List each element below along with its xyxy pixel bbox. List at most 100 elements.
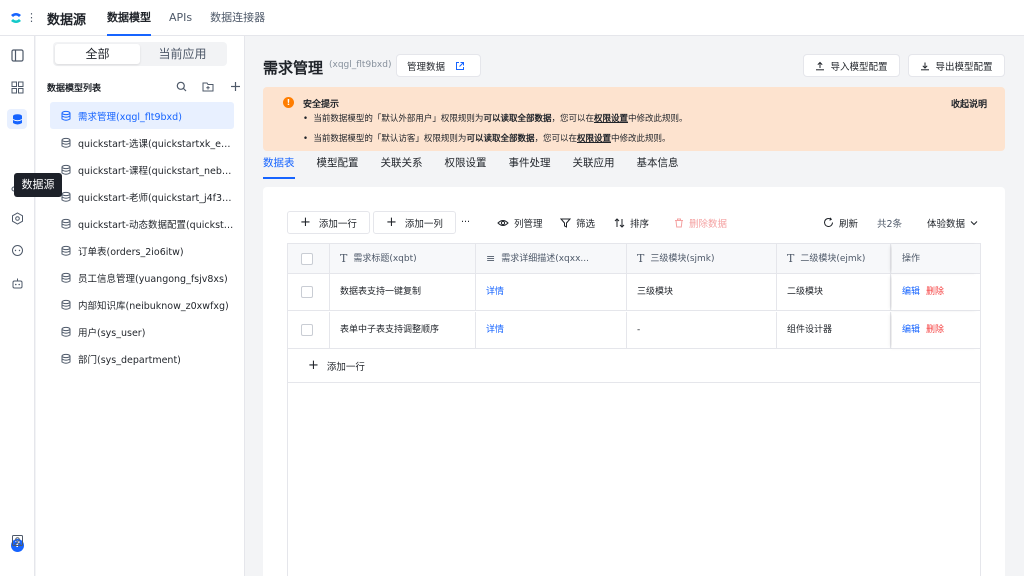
- page-title: 需求管理: [263, 59, 324, 77]
- segment-all[interactable]: 全部: [55, 44, 140, 64]
- database-icon: [61, 164, 71, 175]
- download-icon: [921, 62, 930, 70]
- column-header-label: 三级模块(sjmk): [650, 254, 715, 264]
- permission-settings-link[interactable]: 权限设置: [594, 114, 628, 124]
- rail-profile-button[interactable]: [7, 530, 27, 550]
- more-button[interactable]: ···: [461, 211, 470, 234]
- table-row[interactable]: 数据表支持一键复制 详情 三级模块 二级模块 编辑 删除: [288, 274, 980, 311]
- cell-actions: 编辑 删除: [892, 274, 980, 311]
- security-alert: ! 安全提示 收起说明 • 当前数据模型的「默认外部用户」权限规则为可以读取全部…: [263, 87, 1005, 151]
- model-item-sys-department[interactable]: 部门(sys_department): [50, 345, 234, 372]
- row-checkbox[interactable]: [301, 324, 313, 336]
- add-column-button[interactable]: + 添加一列: [373, 211, 456, 234]
- tab-data-connectors[interactable]: 数据连接器: [210, 0, 265, 36]
- rail-pages-button[interactable]: [7, 45, 27, 65]
- collapse-description-button[interactable]: 收起说明: [951, 97, 987, 110]
- column-header-level3[interactable]: T 三级模块(sjmk): [627, 244, 777, 274]
- text-type-icon: T: [637, 252, 645, 265]
- export-config-button[interactable]: 导出模型配置: [908, 54, 1005, 77]
- rail-datasource-button[interactable]: [7, 109, 27, 129]
- edit-link[interactable]: 编辑: [902, 325, 920, 335]
- user-card-icon: [11, 534, 23, 546]
- search-icon[interactable]: [174, 79, 188, 93]
- tab-events[interactable]: 事件处理: [509, 153, 551, 177]
- cell-level3[interactable]: 三级模块: [627, 274, 777, 311]
- tab-relations[interactable]: 关联关系: [381, 153, 423, 177]
- edit-link[interactable]: 编辑: [902, 287, 920, 297]
- cell-level2[interactable]: 组件设计器: [777, 312, 891, 349]
- model-item-orders[interactable]: 订单表(orders_2io6itw): [50, 237, 234, 264]
- page-subtitle: (xqgl_flt9bxd): [329, 60, 392, 70]
- filter-button[interactable]: 筛选: [560, 211, 595, 234]
- model-item-yuangong[interactable]: 员工信息管理(yuangong_fsjv8xs): [50, 264, 234, 291]
- column-header-label: 需求详细描述(xqxx...: [501, 254, 590, 264]
- add-row-button[interactable]: + 添加一行: [287, 211, 370, 234]
- alert-text: 当前数据模型的「默认访客」权限规则为: [313, 134, 467, 144]
- model-item-neibuknow[interactable]: 内部知识库(neibuknow_z0xwfxg): [50, 291, 234, 318]
- column-header-description[interactable]: ≡ 需求详细描述(xqxx...: [476, 244, 627, 274]
- delete-data-button[interactable]: 删除数据: [674, 211, 727, 234]
- tab-apis[interactable]: APIs: [169, 0, 192, 36]
- tab-basic-info[interactable]: 基本信息: [637, 153, 679, 177]
- cell-level3[interactable]: -: [627, 312, 777, 349]
- tab-data-table[interactable]: 数据表: [263, 153, 295, 179]
- model-item-xqgl[interactable]: 需求管理(xqgl_flt9bxd): [50, 102, 234, 129]
- robot-icon: [12, 278, 22, 288]
- row-checkbox[interactable]: [301, 286, 313, 298]
- delete-link[interactable]: 删除: [926, 287, 944, 297]
- model-item-quickstart-ls[interactable]: quickstart-老师(quickstart_j4f3pyt): [50, 183, 234, 210]
- new-folder-icon[interactable]: [201, 79, 215, 93]
- alert-text: 中修改此规则。: [610, 134, 671, 144]
- tab-permissions[interactable]: 权限设置: [445, 153, 487, 177]
- rail-ai-button[interactable]: [7, 273, 27, 293]
- model-item-label: quickstart-选课(quickstartxk_e9tnv...: [78, 138, 234, 150]
- environment-select[interactable]: 体验数据: [927, 211, 983, 234]
- plus-icon: +: [308, 358, 319, 373]
- column-manage-button[interactable]: 列管理: [497, 211, 543, 234]
- refresh-icon: [824, 217, 833, 227]
- alert-text: ，您可以在: [534, 134, 577, 144]
- segment-current-app[interactable]: 当前应用: [140, 44, 225, 64]
- column-header-label: 二级模块(ejmk): [800, 254, 866, 264]
- model-item-quickstart-kc[interactable]: quickstart-课程(quickstart_nebm9...: [50, 156, 234, 183]
- manage-data-button[interactable]: 管理数据: [396, 54, 481, 77]
- model-item-label: quickstart-课程(quickstart_nebm9...: [78, 165, 234, 177]
- model-item-label: 部门(sys_department): [78, 354, 181, 366]
- database-icon: [61, 299, 71, 310]
- add-model-icon[interactable]: [228, 79, 242, 93]
- rail-components-button[interactable]: [7, 77, 27, 97]
- tab-data-models[interactable]: 数据模型: [107, 0, 151, 36]
- top-bar: ⋮ 数据源 数据模型 APIs 数据连接器: [0, 0, 1024, 36]
- model-item-quickstart-xk[interactable]: quickstart-选课(quickstartxk_e9tnv...: [50, 129, 234, 156]
- add-column-label: 添加一列: [404, 218, 443, 230]
- permission-settings-link[interactable]: 权限设置: [577, 134, 611, 144]
- refresh-button[interactable]: 刷新: [823, 211, 858, 234]
- tab-model-config[interactable]: 模型配置: [317, 153, 359, 177]
- select-all-checkbox[interactable]: [301, 253, 313, 265]
- import-config-button[interactable]: 导入模型配置: [803, 54, 900, 77]
- tab-related-apps[interactable]: 关联应用: [573, 153, 615, 177]
- column-header-title[interactable]: T 需求标题(xqbt): [330, 244, 476, 274]
- alert-emphasis: 可以读取全部数据: [466, 134, 535, 144]
- detail-link[interactable]: 详情: [486, 287, 504, 297]
- model-list-header: 数据模型列表: [47, 79, 240, 95]
- model-item-label: quickstart-动态数据配置(quickstart...: [78, 219, 234, 231]
- rail-chat-button[interactable]: [7, 240, 27, 260]
- data-table: T 需求标题(xqbt) ≡ 需求详细描述(xqxx... T 三级模块(sjm…: [287, 243, 981, 576]
- cell-title[interactable]: 数据表支持一键复制: [330, 274, 476, 311]
- cell-level2[interactable]: 二级模块: [777, 274, 891, 311]
- column-header-label: 操作: [902, 254, 921, 264]
- sort-button[interactable]: 排序: [614, 211, 649, 234]
- table-add-row-button[interactable]: + 添加一行: [288, 349, 980, 383]
- model-item-sys-user[interactable]: 用户(sys_user): [50, 318, 234, 345]
- rail-settings-button[interactable]: [7, 208, 27, 228]
- app-switcher-icon[interactable]: ⋮: [26, 10, 37, 26]
- delete-link[interactable]: 删除: [926, 325, 944, 335]
- app-logo-icon[interactable]: [8, 10, 24, 26]
- database-icon: [61, 326, 71, 337]
- table-row[interactable]: 表单中子表支持调整顺序 详情 - 组件设计器 编辑 删除: [288, 312, 980, 349]
- cell-title[interactable]: 表单中子表支持调整顺序: [330, 312, 476, 349]
- model-item-quickstart-dynamic[interactable]: quickstart-动态数据配置(quickstart...: [50, 210, 234, 237]
- column-header-level2[interactable]: T 二级模块(ejmk): [777, 244, 891, 274]
- detail-link[interactable]: 详情: [486, 325, 504, 335]
